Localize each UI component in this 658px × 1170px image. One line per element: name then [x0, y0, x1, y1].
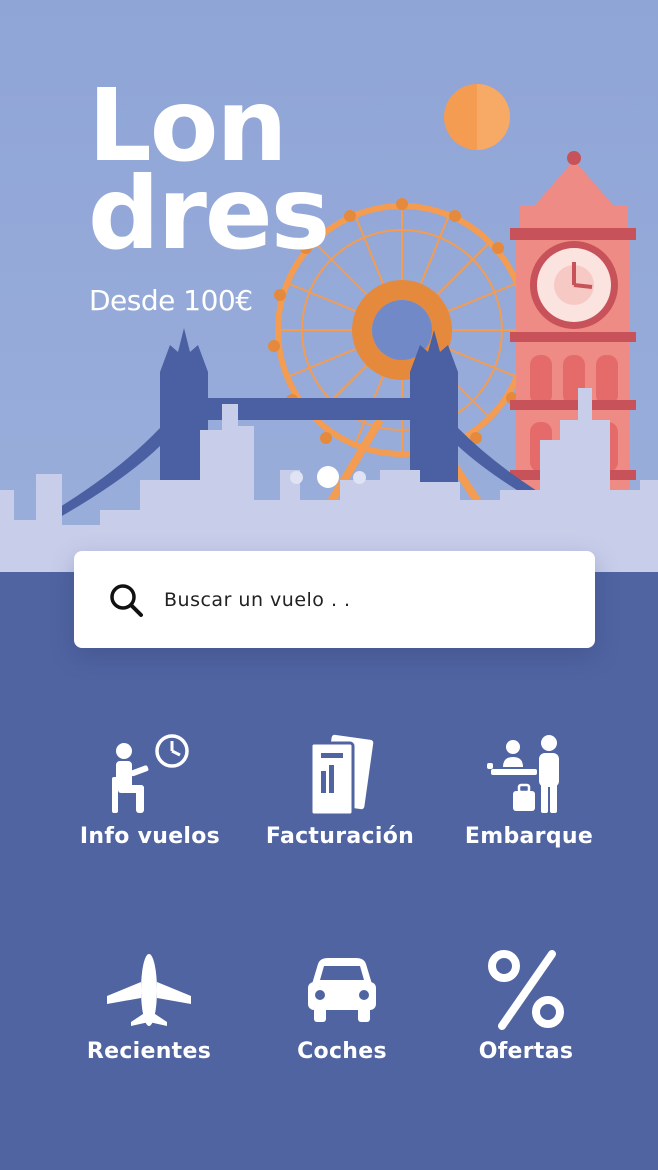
destination-title: Lon dres: [88, 76, 330, 272]
menu-label: Coches: [297, 1039, 387, 1064]
car-icon: [242, 945, 442, 1035]
menu-item-coches[interactable]: Coches: [242, 945, 442, 1064]
menu-label: Info vuelos: [79, 824, 221, 849]
boarding-desk-icon: [429, 730, 629, 820]
destination-title-line2: dres: [88, 155, 330, 272]
carousel-dot-active[interactable]: [317, 466, 339, 488]
menu-label: Recientes: [86, 1039, 212, 1064]
airplane-icon: [49, 945, 249, 1035]
carousel-indicator: [290, 466, 366, 488]
menu-label: Ofertas: [478, 1039, 574, 1064]
menu-label: Facturación: [265, 824, 415, 849]
flight-info-icon: [50, 730, 250, 820]
menu-item-embarque[interactable]: Embarque: [429, 730, 629, 849]
carousel-dot[interactable]: [353, 470, 366, 484]
menu-item-recientes[interactable]: Recientes: [49, 945, 249, 1064]
price-label: Desde 100€: [89, 284, 253, 317]
menu-label: Embarque: [464, 824, 594, 849]
percent-icon: [426, 945, 626, 1035]
search-icon[interactable]: [106, 580, 146, 620]
search-input[interactable]: [162, 587, 566, 612]
hero-banner: Lon dres Desde 100€: [0, 0, 658, 572]
carousel-dot[interactable]: [290, 470, 303, 484]
menu-item-facturacion[interactable]: Facturación: [240, 730, 440, 849]
menu-item-info-vuelos[interactable]: Info vuelos: [50, 730, 250, 849]
search-bar[interactable]: [74, 551, 595, 648]
boarding-pass-icon: [240, 730, 440, 820]
menu-item-ofertas[interactable]: Ofertas: [426, 945, 626, 1064]
